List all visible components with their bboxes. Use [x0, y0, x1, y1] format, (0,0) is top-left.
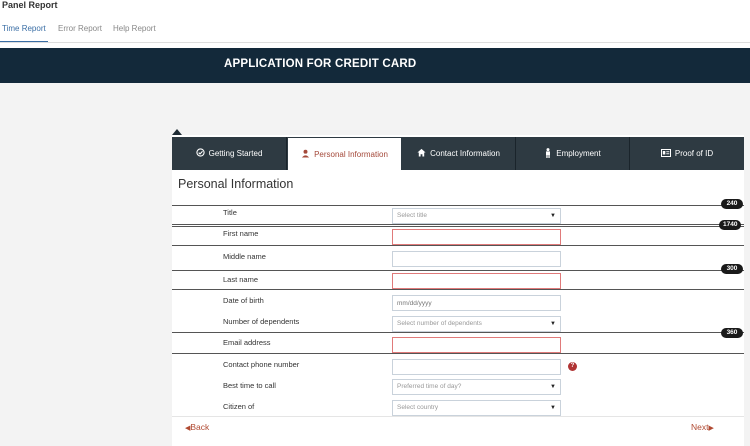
arrow-right-icon: ▶	[708, 425, 714, 432]
dependents-select[interactable]: Select number of dependents ▼	[392, 316, 561, 332]
dependents-label: Number of dependents	[223, 317, 300, 326]
step-contact-information[interactable]: Contact Information	[402, 137, 516, 170]
first-name-label: First name	[223, 229, 259, 238]
section-heading: Personal Information	[178, 177, 294, 191]
footer-divider	[172, 416, 744, 417]
home-icon	[417, 148, 426, 159]
email-label: Email address	[223, 338, 271, 347]
step-label: Personal Information	[314, 149, 388, 159]
next-button[interactable]: Next▶	[691, 422, 714, 432]
chevron-down-icon: ▼	[550, 213, 556, 219]
back-label: Back	[190, 422, 210, 432]
chevron-down-icon: ▼	[550, 405, 556, 411]
step-proof-of-id[interactable]: Proof of ID	[630, 137, 744, 170]
count-badge: 300	[721, 264, 743, 274]
date-of-birth-input[interactable]	[392, 295, 561, 311]
middle-name-label: Middle name	[223, 252, 266, 261]
report-header: Panel Report Time Report Error Report He…	[0, 0, 750, 48]
best-time-select[interactable]: Preferred time of day? ▼	[392, 379, 561, 395]
tabs-divider	[0, 42, 750, 43]
select-placeholder: Select country	[397, 404, 439, 411]
chevron-down-icon: ▼	[550, 384, 556, 390]
last-name-label: Last name	[223, 275, 259, 284]
tab-time-report[interactable]: Time Report	[2, 24, 46, 33]
count-badge: 240	[721, 199, 743, 209]
check-circle-icon	[195, 148, 205, 159]
citizen-of-select[interactable]: Select country ▼	[392, 400, 561, 416]
select-placeholder: Select title	[397, 212, 427, 219]
person-icon	[544, 147, 552, 160]
phone-input[interactable]	[392, 359, 561, 375]
form-row-title: Title Select title ▼	[172, 205, 744, 225]
title-label: Title	[223, 208, 237, 217]
count-badge: 1740	[719, 220, 742, 230]
application-banner: APPLICATION FOR CREDIT CARD	[0, 48, 750, 83]
phone-label: Contact phone number	[223, 360, 300, 369]
panel-title: Panel Report	[2, 0, 58, 10]
step-navigation: Getting Started Personal Information Con…	[172, 137, 744, 170]
last-name-input[interactable]	[392, 273, 561, 289]
step-label: Employment	[556, 149, 601, 158]
title-select[interactable]: Select title ▼	[392, 208, 561, 224]
middle-name-input[interactable]	[392, 251, 561, 267]
step-label: Proof of ID	[674, 149, 714, 158]
best-time-label: Best time to call	[223, 381, 276, 390]
select-placeholder: Select number of dependents	[397, 320, 482, 327]
step-getting-started[interactable]: Getting Started	[172, 137, 287, 170]
step-label: Contact Information	[430, 149, 500, 158]
count-badge: 360	[721, 328, 743, 338]
chevron-down-icon: ▼	[550, 321, 556, 327]
step-employment[interactable]: Employment	[516, 137, 630, 170]
user-icon	[301, 149, 310, 160]
help-icon[interactable]: ?	[568, 362, 577, 371]
citizen-of-label: Citizen of	[223, 402, 255, 411]
email-input[interactable]	[392, 337, 561, 353]
step-label: Getting Started	[208, 149, 263, 158]
tab-error-report[interactable]: Error Report	[58, 24, 102, 33]
id-card-icon	[660, 148, 671, 159]
next-label: Next	[691, 422, 709, 432]
select-placeholder: Preferred time of day?	[397, 383, 462, 390]
credit-card-form: Getting Started Personal Information Con…	[172, 135, 744, 446]
banner-title: APPLICATION FOR CREDIT CARD	[224, 58, 417, 70]
date-of-birth-label: Date of birth	[223, 296, 264, 305]
first-name-input[interactable]	[392, 229, 561, 245]
tab-help-report[interactable]: Help Report	[113, 24, 156, 33]
back-button[interactable]: ◀Back	[185, 422, 209, 432]
step-personal-information[interactable]: Personal Information	[287, 137, 402, 170]
